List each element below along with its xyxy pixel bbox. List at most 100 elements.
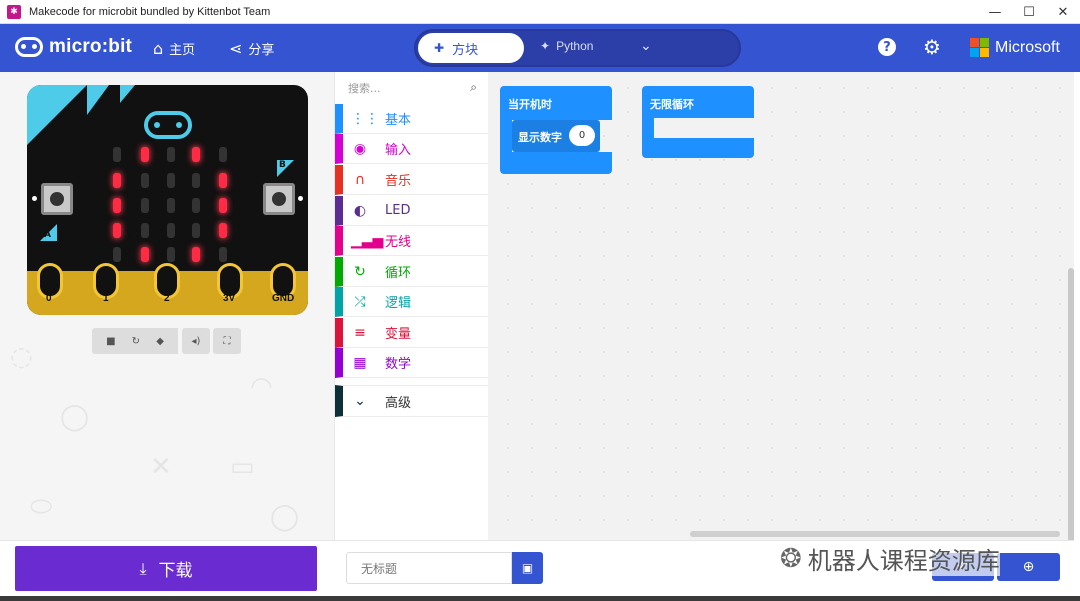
- forever-block[interactable]: 无限循环: [642, 86, 754, 118]
- microsoft-logo[interactable]: Microsoft: [970, 38, 1060, 57]
- save-icon: ▣: [521, 561, 534, 575]
- led-off: [167, 198, 175, 213]
- close-button[interactable]: ✕: [1046, 0, 1080, 24]
- led-on: [219, 173, 227, 188]
- board-corner: [27, 85, 87, 145]
- led-on: [113, 198, 121, 213]
- tab-python-label: Python: [556, 39, 594, 53]
- decor-icon: ◯: [60, 402, 90, 432]
- toolbox-category[interactable]: ⌄ 高级: [335, 385, 488, 417]
- led-off: [113, 147, 121, 162]
- vertical-scrollbar[interactable]: [1068, 268, 1074, 558]
- microbit-logo[interactable]: micro:bit: [15, 36, 132, 58]
- share-label: 分享: [248, 43, 275, 58]
- decor-icon: ⬭: [30, 492, 53, 522]
- sim-control-group: ■ ↻ ◆: [92, 328, 178, 354]
- maximize-button[interactable]: ☐: [1012, 0, 1046, 24]
- puzzle-icon: ✚: [434, 41, 445, 55]
- search-icon[interactable]: ⌕: [470, 80, 477, 95]
- show-number-block[interactable]: 显示数字 0: [512, 120, 600, 152]
- toolbox-category[interactable]: ◉ 输入: [335, 134, 488, 164]
- category-label: LED: [385, 203, 411, 218]
- side-dot: [32, 196, 37, 201]
- restart-icon[interactable]: ↻: [132, 336, 140, 347]
- home-icon: ⌂: [153, 39, 164, 58]
- header-bar: micro:bit ⌂ 主页 ⋖ 分享 ✚ 方块 ✦ Python ⌄ ? ⚙: [0, 24, 1080, 72]
- watermark: ❂ 机器人课程资源库: [780, 541, 1000, 576]
- pin-label: 0: [46, 293, 52, 304]
- search-input[interactable]: 搜索...: [335, 72, 488, 104]
- led-off: [192, 173, 200, 188]
- toolbox-category[interactable]: ⤮ 逻辑: [335, 287, 488, 317]
- microbit-board: A B 0 1 2 3V GND: [27, 85, 308, 315]
- minimize-button[interactable]: —: [978, 0, 1012, 24]
- category-label: 数学: [385, 357, 412, 372]
- tab-python[interactable]: ✦ Python: [540, 39, 593, 53]
- decor-icon: ◯: [270, 502, 300, 532]
- on-start-label: 当开机时: [508, 98, 552, 111]
- gear-icon[interactable]: ⚙: [923, 35, 941, 59]
- share-button[interactable]: ⋖ 分享: [229, 39, 274, 58]
- window-title: Makecode for microbit bundled by Kittenb…: [29, 5, 271, 18]
- category-icon: ▦: [353, 354, 367, 371]
- pin-label: 1: [103, 293, 109, 304]
- microbit-logo-icon: [15, 37, 43, 57]
- forever-block-side: [642, 118, 654, 138]
- zoom-button[interactable]: ⊕: [997, 553, 1060, 581]
- pin-label: 2: [164, 293, 170, 304]
- toolbox-category[interactable]: ∩ 音乐: [335, 165, 488, 195]
- save-button[interactable]: ▣: [512, 552, 543, 584]
- toolbox-category[interactable]: ▁▃▅ 无线: [335, 226, 488, 256]
- microsoft-grid-icon: [970, 38, 989, 57]
- project-name-input[interactable]: 无标题: [346, 552, 512, 584]
- fullscreen-icon[interactable]: ⛶: [213, 328, 241, 354]
- sound-icon[interactable]: ◂): [182, 328, 210, 354]
- board-corner: [87, 85, 109, 115]
- blocks-workspace[interactable]: 当开机时 显示数字 0 无限循环: [488, 72, 1074, 540]
- led-off: [141, 173, 149, 188]
- on-start-block-side: [500, 120, 512, 152]
- on-start-block[interactable]: 当开机时: [500, 86, 612, 120]
- category-label: 循环: [385, 266, 412, 281]
- category-icon: ∩: [354, 171, 366, 188]
- toolbox-category[interactable]: ⋮⋮ 基本: [335, 104, 488, 134]
- number-input[interactable]: 0: [569, 125, 595, 146]
- app-icon: ✱: [7, 4, 21, 19]
- led-off: [167, 173, 175, 188]
- category-icon: ≡: [354, 324, 366, 341]
- title-bar: ✱ Makecode for microbit bundled by Kitte…: [0, 0, 1080, 24]
- led-on: [141, 147, 149, 162]
- tab-blocks[interactable]: ✚ 方块: [418, 33, 524, 63]
- help-icon[interactable]: ?: [878, 38, 896, 56]
- toolbox-category[interactable]: ≡ 变量: [335, 318, 488, 348]
- button-b[interactable]: [263, 183, 295, 215]
- app-window: ✱ Makecode for microbit bundled by Kitte…: [0, 0, 1080, 601]
- category-label: 逻辑: [385, 296, 412, 311]
- side-dot: [298, 196, 303, 201]
- category-label: 无线: [385, 235, 412, 250]
- download-button[interactable]: ⤓ 下载: [15, 546, 317, 591]
- microbit-face-logo[interactable]: [144, 111, 192, 139]
- button-a[interactable]: [41, 183, 73, 215]
- led-off: [192, 223, 200, 238]
- led-off: [167, 147, 175, 162]
- toolbox-category[interactable]: ◐ LED: [335, 196, 488, 226]
- download-label: 下载: [158, 561, 193, 581]
- led-off: [141, 198, 149, 213]
- horizontal-scrollbar[interactable]: [690, 531, 1060, 537]
- decor-icon: ▭: [230, 452, 255, 482]
- category-label: 变量: [385, 327, 412, 342]
- toolbox-category[interactable]: ↻ 循环: [335, 257, 488, 287]
- stop-icon[interactable]: ■: [106, 336, 115, 347]
- category-label: 基本: [385, 113, 412, 128]
- desktop-strip: [0, 596, 1080, 601]
- editor-toggle: ✚ 方块 ✦ Python ⌄: [414, 29, 741, 67]
- wechat-icon: ❂: [780, 543, 802, 574]
- slowmo-icon[interactable]: ◆: [156, 336, 164, 347]
- category-icon: ▁▃▅: [351, 232, 384, 249]
- forever-block-bottom: [642, 138, 754, 158]
- chevron-down-icon[interactable]: ⌄: [640, 38, 652, 54]
- forever-label: 无限循环: [650, 98, 694, 111]
- toolbox-category[interactable]: ▦ 数学: [335, 348, 488, 378]
- home-button[interactable]: ⌂ 主页: [153, 39, 195, 58]
